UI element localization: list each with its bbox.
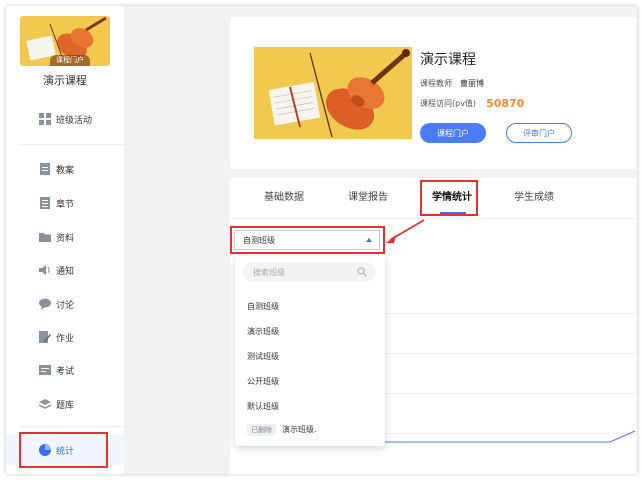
sidebar-item-notices[interactable]: 通知: [6, 255, 124, 285]
class-dropdown: 搜索班级 自测班级 演示班级 测试班级 公开班级 默认班级 已删除 演示班级.: [235, 256, 385, 446]
sidebar-item-label: 作业: [56, 333, 75, 344]
class-option[interactable]: 测试班级: [247, 351, 279, 362]
app-window: 课程门户 演示课程 班级活动 教案 章节 资料 通知 讨论 作业 考试 题库 统…: [6, 6, 637, 474]
course-portal-tag[interactable]: 课程门户: [50, 55, 90, 66]
annotation-arrow-icon: [386, 219, 425, 243]
list-icon: [40, 197, 50, 209]
sidebar-item-homework[interactable]: 作业: [6, 322, 124, 352]
class-option[interactable]: 默认班级: [247, 401, 279, 412]
tab-class-report[interactable]: 课堂报告: [348, 188, 388, 203]
edit-icon: [39, 331, 51, 343]
deleted-badge: 已删除: [247, 424, 276, 436]
deleted-class-label: 演示班级.: [282, 425, 317, 434]
grid-icon: [39, 113, 51, 125]
class-option-deleted[interactable]: 已删除 演示班级.: [247, 424, 317, 436]
sidebar-item-label: 章节: [56, 199, 75, 210]
statistics-panel: 基础数据 课堂报告 学情统计 学生成绩 自测班级 搜索班级 自测班级 演示班级 …: [230, 178, 637, 474]
tab-student-grades[interactable]: 学生成绩: [514, 188, 554, 203]
folder-icon: [39, 233, 51, 242]
teacher-label: 课程教师: [420, 79, 452, 88]
search-icon: [357, 267, 367, 277]
visits-count: 50870: [486, 97, 525, 110]
course-header-card: 演示课程 课程教师 曹丽博 课程访问(pv值) 50870 课程门户 评审门户: [230, 17, 637, 169]
sidebar-item-chapters[interactable]: 章节: [6, 188, 124, 218]
sidebar-item-lesson-plan[interactable]: 教案: [6, 154, 124, 184]
class-option[interactable]: 演示班级: [247, 326, 279, 337]
course-portal-button[interactable]: 课程门户: [420, 123, 486, 143]
chat-icon: [39, 298, 51, 310]
course-cover-image: [254, 47, 412, 139]
speaker-icon: [39, 265, 50, 275]
sidebar-item-label: 班级活动: [56, 115, 93, 126]
teacher-row: 课程教师 曹丽博: [420, 78, 484, 89]
review-portal-button[interactable]: 评审门户: [506, 123, 572, 143]
highlight-box-select: [230, 226, 385, 254]
sidebar-item-label: 考试: [56, 366, 75, 377]
sidebar: 课程门户 演示课程 班级活动 教案 章节 资料 通知 讨论 作业 考试 题库 统…: [6, 6, 124, 474]
layers-icon: [39, 399, 51, 409]
sidebar-item-exams[interactable]: 考试: [6, 355, 124, 385]
sidebar-item-label: 讨论: [56, 300, 75, 311]
sidebar-item-label: 教案: [56, 165, 75, 176]
tab-basic-data[interactable]: 基础数据: [264, 188, 304, 203]
course-thumbnail[interactable]: 课程门户: [20, 16, 110, 66]
sidebar-divider: [20, 426, 124, 427]
visits-row: 课程访问(pv值) 50870: [420, 97, 524, 110]
sidebar-item-materials[interactable]: 资料: [6, 222, 124, 252]
highlight-box-statistics: [19, 432, 108, 468]
course-title: 演示课程: [420, 52, 476, 68]
visits-label: 课程访问(pv值): [420, 99, 477, 108]
sidebar-item-class-activity[interactable]: 班级活动: [6, 104, 124, 134]
highlight-box-tab: [420, 180, 478, 216]
sidebar-item-discussion[interactable]: 讨论: [6, 289, 124, 319]
teacher-name: 曹丽博: [460, 79, 484, 88]
exam-icon: [39, 365, 51, 375]
sidebar-course-name: 演示课程: [43, 74, 87, 87]
violin-image: [254, 47, 412, 139]
class-option[interactable]: 公开班级: [247, 376, 279, 387]
sidebar-item-label: 题库: [56, 400, 75, 411]
sidebar-item-label: 资料: [56, 233, 75, 244]
class-option[interactable]: 自测班级: [247, 301, 279, 312]
sidebar-item-label: 通知: [56, 266, 75, 277]
class-search-input[interactable]: 搜索班级: [243, 262, 375, 282]
class-search-placeholder: 搜索班级: [253, 267, 285, 277]
sidebar-item-question-bank[interactable]: 题库: [6, 389, 124, 419]
sidebar-divider: [20, 144, 124, 145]
doc-icon: [40, 163, 50, 175]
tabs-divider: [230, 218, 637, 219]
